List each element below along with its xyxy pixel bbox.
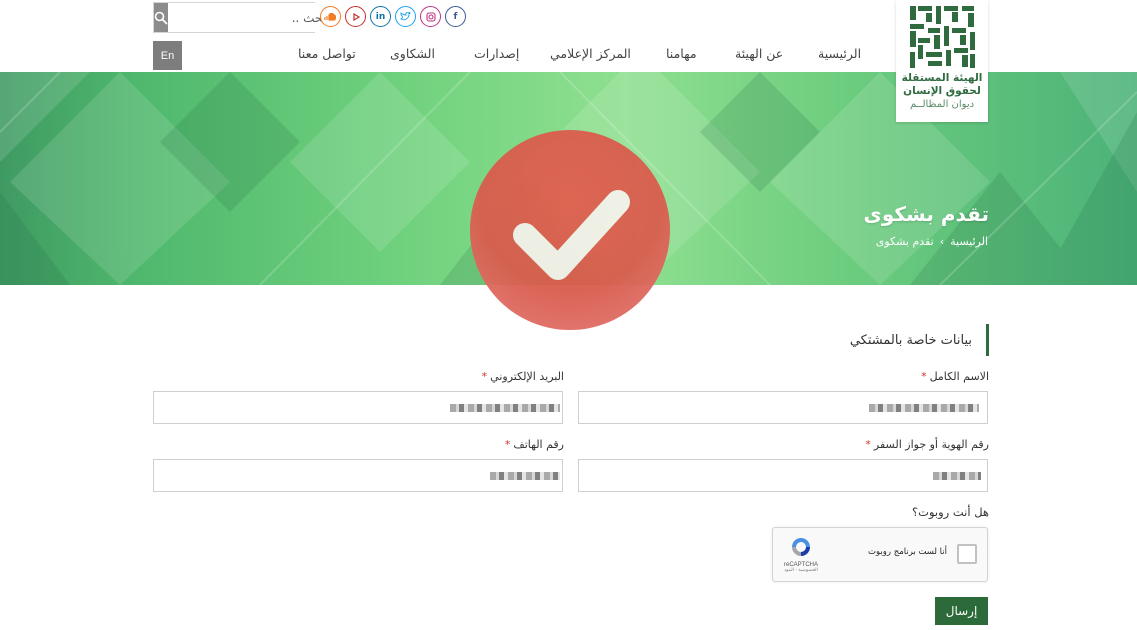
phone-label: رقم الهاتف*	[505, 438, 564, 451]
full-name-label-text: الاسم الكامل	[929, 370, 989, 383]
search-bar	[153, 2, 334, 33]
soundcloud-icon[interactable]	[320, 6, 341, 27]
checkmark-icon	[513, 190, 630, 280]
required-mark: *	[481, 370, 488, 383]
nav-item-home[interactable]: الرئيسية	[818, 46, 861, 61]
email-label: البريد الإلكتروني*	[482, 370, 564, 383]
logo-text-line1: الهيئة المستقلة	[901, 72, 983, 84]
success-checkmark-overlay	[470, 130, 670, 330]
nav-item-publications[interactable]: إصدارات	[474, 46, 519, 61]
recaptcha-label: أنا لست برنامج روبوت	[868, 547, 947, 557]
social-links: in f	[320, 6, 466, 27]
site-logo[interactable]: الهيئة المستقلة لحقوق الإنسان ديوان المظ…	[896, 0, 988, 122]
search-input[interactable]	[168, 3, 334, 32]
redacted-value	[933, 472, 981, 480]
breadcrumb: الرئيسية › تقدم بشكوى	[876, 235, 988, 248]
submit-button[interactable]: إرسال	[935, 597, 988, 625]
linkedin-icon[interactable]: in	[370, 6, 391, 27]
full-name-field[interactable]	[578, 391, 988, 424]
id-passport-label-text: رقم الهوية أو جواز السفر	[873, 438, 989, 451]
recaptcha-icon	[792, 538, 810, 556]
required-mark: *	[921, 370, 927, 383]
email-field[interactable]	[153, 391, 563, 424]
search-button[interactable]	[154, 3, 168, 32]
redacted-value	[869, 404, 979, 412]
page-title: تقدم بشكوى	[863, 202, 989, 226]
site-header: in f En الرئيسية عن الهيئة مهامنا المركز…	[0, 0, 1137, 122]
redacted-value	[490, 472, 560, 480]
nav-item-tasks[interactable]: مهامنا	[666, 46, 697, 61]
breadcrumb-home[interactable]: الرئيسية	[950, 235, 988, 248]
section-title: بيانات خاصة بالمشتكي	[850, 324, 989, 356]
nav-item-media-center[interactable]: المركز الإعلامي	[550, 46, 631, 61]
breadcrumb-current: تقدم بشكوى	[875, 235, 934, 248]
nav-item-complaints[interactable]: الشكاوى	[390, 46, 435, 61]
instagram-icon[interactable]	[420, 6, 441, 27]
logo-emblem-icon	[910, 6, 975, 68]
required-mark: *	[504, 438, 511, 451]
required-mark: *	[865, 438, 871, 451]
robot-question: هل أنت روبوت؟	[912, 505, 989, 519]
nav-item-contact[interactable]: تواصل معنا	[298, 46, 356, 61]
recaptcha-widget: أنا لست برنامج روبوت reCAPTCHA الخصوصية …	[772, 527, 988, 582]
twitter-icon[interactable]	[395, 6, 416, 27]
youtube-icon[interactable]	[345, 6, 366, 27]
full-name-label: الاسم الكامل*	[921, 370, 989, 383]
email-label-text: البريد الإلكتروني	[490, 370, 564, 383]
nav-item-about[interactable]: عن الهيئة	[735, 46, 783, 61]
logo-text-line2: لحقوق الإنسان	[903, 85, 981, 97]
phone-label-text: رقم الهاتف	[513, 438, 564, 451]
facebook-icon[interactable]: f	[445, 6, 466, 27]
search-icon	[154, 11, 168, 24]
breadcrumb-separator-icon: ›	[939, 235, 945, 248]
id-passport-label: رقم الهوية أو جواز السفر*	[865, 438, 989, 451]
recaptcha-checkbox[interactable]	[957, 544, 977, 564]
recaptcha-logo: reCAPTCHA الخصوصية - البنود	[781, 536, 821, 573]
redacted-value	[450, 404, 560, 412]
logo-text-line3: ديوان المظالــم	[909, 99, 975, 110]
recaptcha-terms-link[interactable]: الخصوصية - البنود	[781, 568, 821, 573]
id-passport-field[interactable]	[578, 459, 988, 492]
language-toggle-button[interactable]: En	[153, 41, 182, 70]
phone-field[interactable]	[153, 459, 563, 492]
